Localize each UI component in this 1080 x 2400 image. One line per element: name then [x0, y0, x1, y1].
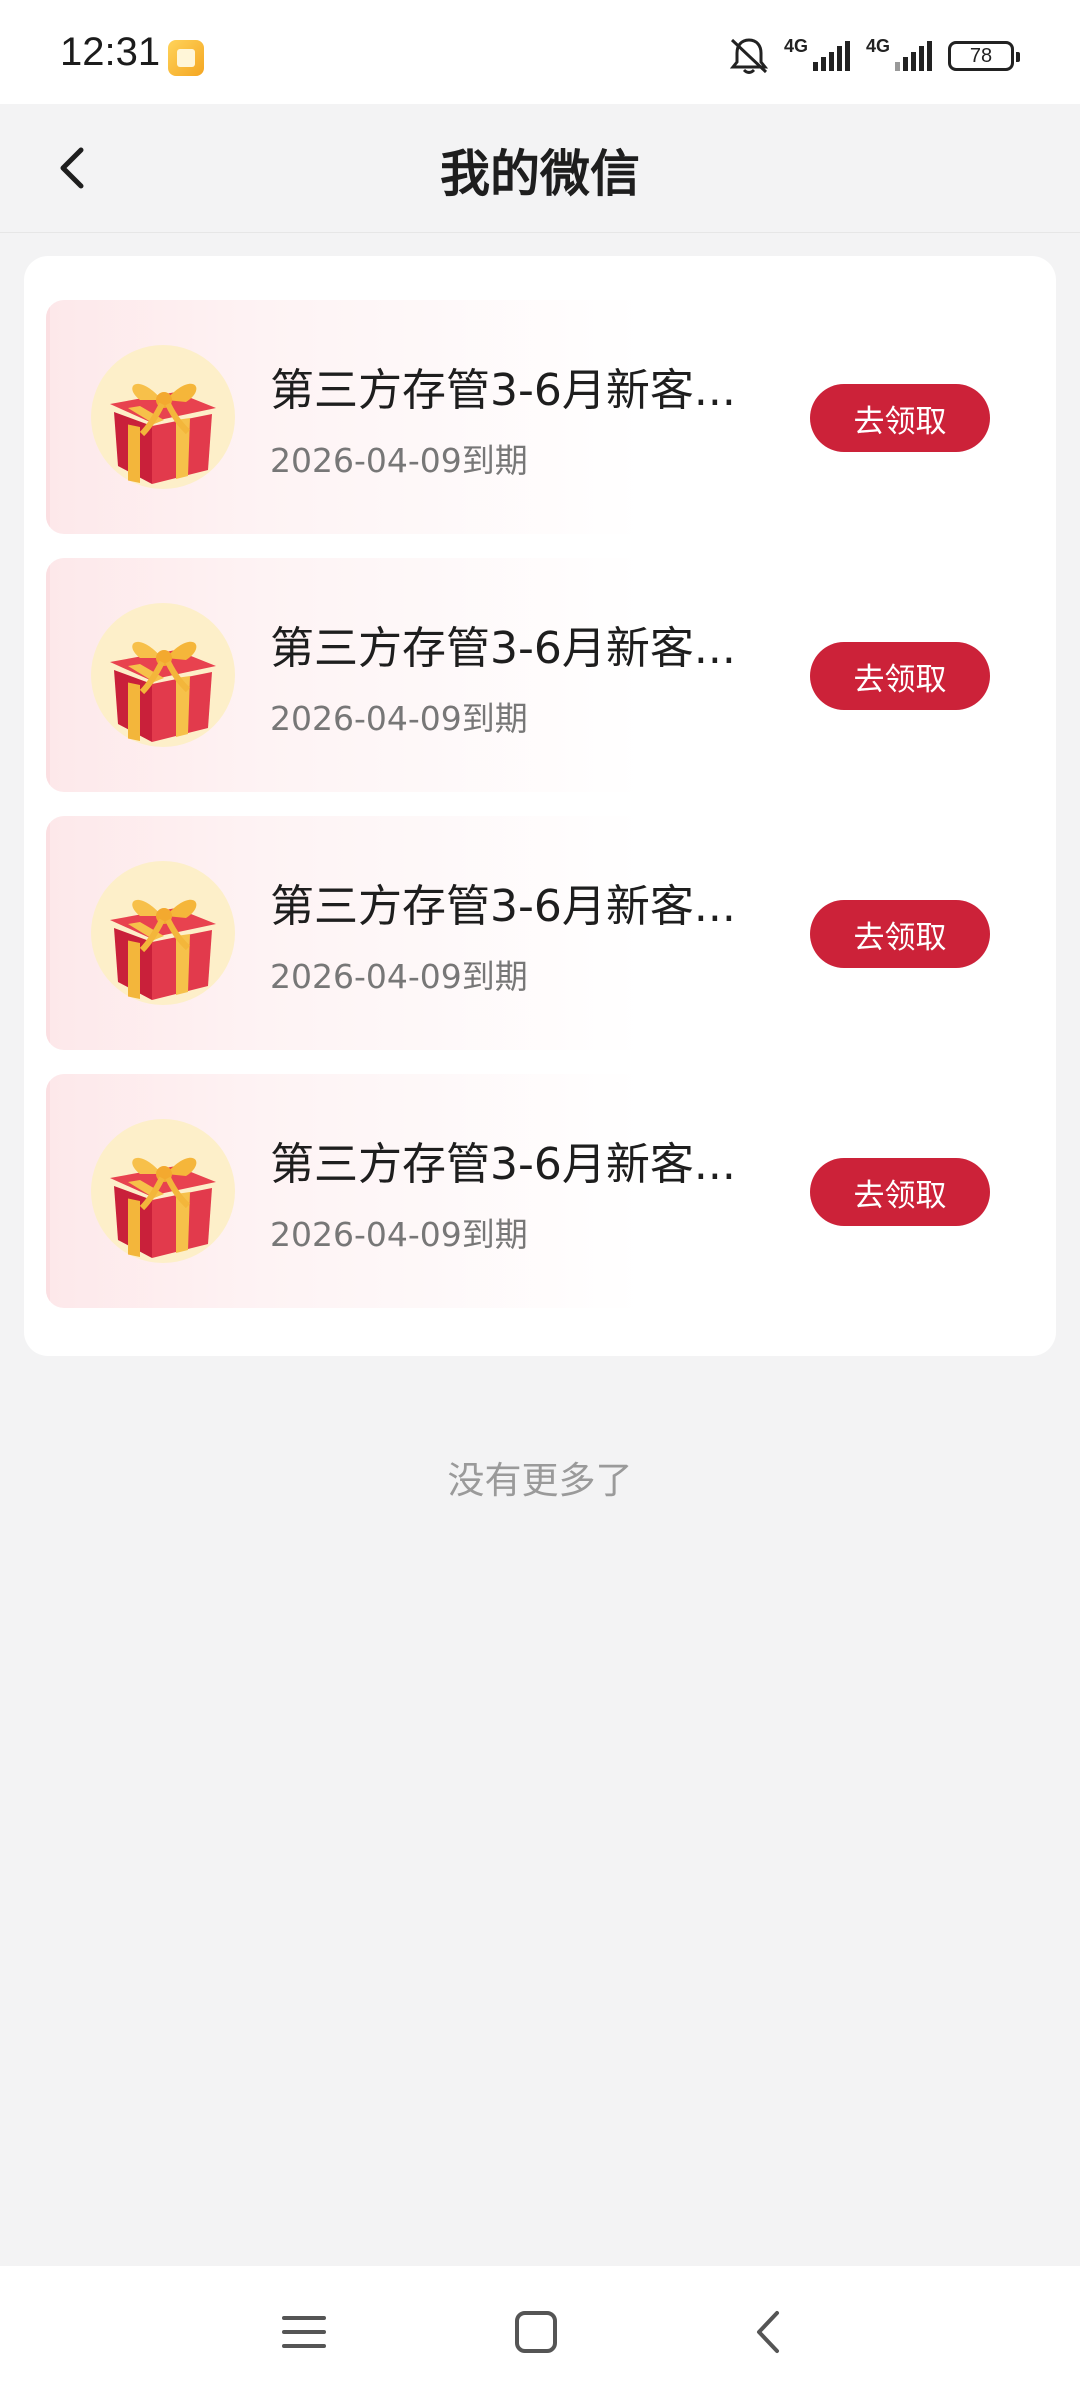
- coupon-item: 第三方存管3-6月新客... 2026-04-09到期 去领取: [46, 816, 1038, 1050]
- battery-level: 78: [969, 44, 993, 67]
- menu-icon: [282, 2316, 326, 2348]
- system-nav-bar: [0, 2266, 1080, 2400]
- status-bar: 12:31 4G 4G 78: [0, 0, 1080, 104]
- square-icon: [515, 2311, 557, 2353]
- notification-app-icon: [168, 40, 204, 76]
- coupon-list: 第三方存管3-6月新客... 2026-04-09到期 去领取 第三方存管3-6…: [24, 256, 1056, 1356]
- coupon-expiry: 2026-04-09到期: [270, 957, 528, 996]
- claim-button[interactable]: 去领取: [810, 642, 990, 710]
- claim-button[interactable]: 去领取: [810, 900, 990, 968]
- signal-strength-icon: [812, 40, 852, 72]
- coupon-title: 第三方存管3-6月新客...: [270, 365, 736, 416]
- status-indicators: 4G 4G 78: [728, 35, 1020, 76]
- home-button[interactable]: [500, 2296, 572, 2368]
- coupon-title: 第三方存管3-6月新客...: [270, 623, 736, 674]
- signal-strength-icon: [894, 40, 934, 72]
- page-header: 我的微信: [0, 104, 1080, 233]
- coupon-item: 第三方存管3-6月新客... 2026-04-09到期 去领取: [46, 1074, 1038, 1308]
- gift-icon: [91, 861, 235, 1005]
- coupon-item: 第三方存管3-6月新客... 2026-04-09到期 去领取: [46, 300, 1038, 534]
- gift-icon: [91, 1119, 235, 1263]
- no-more-text: 没有更多了: [447, 1459, 633, 1502]
- gift-icon: [91, 345, 235, 489]
- page-title: 我的微信: [440, 145, 640, 203]
- coupon-expiry: 2026-04-09到期: [270, 699, 528, 738]
- battery-icon: 78: [948, 41, 1020, 71]
- mute-bell-icon: [728, 36, 770, 76]
- network-type-1: 4G: [783, 35, 808, 56]
- claim-button[interactable]: 去领取: [810, 1158, 990, 1226]
- coupon-expiry: 2026-04-09到期: [270, 1215, 528, 1254]
- claim-button[interactable]: 去领取: [810, 384, 990, 452]
- coupon-title: 第三方存管3-6月新客...: [270, 1139, 736, 1190]
- system-back-button[interactable]: [732, 2296, 804, 2368]
- coupon-expiry: 2026-04-09到期: [270, 441, 528, 480]
- chevron-left-icon: [757, 2311, 779, 2353]
- coupon-item: 第三方存管3-6月新客... 2026-04-09到期 去领取: [46, 558, 1038, 792]
- gift-icon: [91, 603, 235, 747]
- recent-apps-button[interactable]: [268, 2296, 340, 2368]
- status-time: 12:31: [60, 30, 161, 74]
- coupon-title: 第三方存管3-6月新客...: [270, 881, 736, 932]
- network-type-2: 4G: [865, 35, 890, 56]
